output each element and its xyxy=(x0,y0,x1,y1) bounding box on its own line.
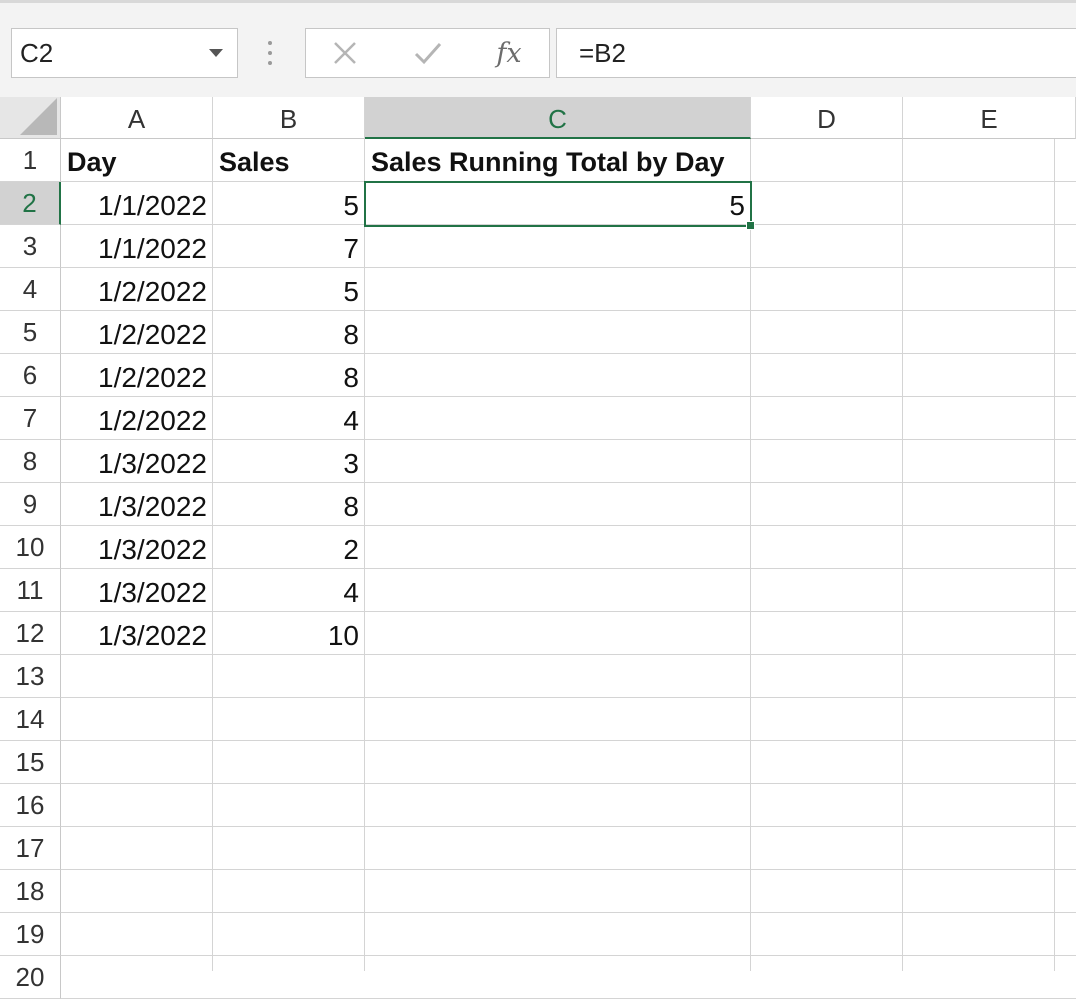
row-header-19[interactable]: 19 xyxy=(0,913,61,956)
row-header-3[interactable]: 3 xyxy=(0,225,61,268)
chevron-down-icon[interactable] xyxy=(209,49,223,57)
row-header-9[interactable]: 9 xyxy=(0,483,61,526)
cell-a7[interactable]: 1/2/2022 xyxy=(61,397,213,439)
row-header-14[interactable]: 14 xyxy=(0,698,61,741)
cell-a8[interactable]: 1/3/2022 xyxy=(61,440,213,482)
name-box[interactable]: C2 xyxy=(11,28,238,78)
cell-b2[interactable]: 5 xyxy=(213,182,365,224)
row-header-2[interactable]: 2 xyxy=(0,182,61,225)
cell-b10[interactable]: 2 xyxy=(213,526,365,568)
cell-b7[interactable]: 4 xyxy=(213,397,365,439)
cell-a9[interactable]: 1/3/2022 xyxy=(61,483,213,525)
cell-b3[interactable]: 7 xyxy=(213,225,365,267)
cell-a12[interactable]: 1/3/2022 xyxy=(61,612,213,654)
row-header-17[interactable]: 17 xyxy=(0,827,61,870)
row-gridline xyxy=(61,697,1076,698)
cell-a6[interactable]: 1/2/2022 xyxy=(61,354,213,396)
column-header-e[interactable]: E xyxy=(903,97,1076,139)
column-header-b[interactable]: B xyxy=(213,97,365,139)
column-header-d[interactable]: D xyxy=(751,97,903,139)
cell-b11[interactable]: 4 xyxy=(213,569,365,611)
row-header-15[interactable]: 15 xyxy=(0,741,61,784)
row-gridline xyxy=(61,783,1076,784)
row-header-12[interactable]: 12 xyxy=(0,612,61,655)
insert-function-button[interactable]: fx xyxy=(474,29,544,77)
row-header-8[interactable]: 8 xyxy=(0,440,61,483)
row-gridline xyxy=(61,869,1076,870)
name-box-value: C2 xyxy=(20,38,54,68)
row-header-5[interactable]: 5 xyxy=(0,311,61,354)
active-cell-outline xyxy=(364,181,752,227)
row-gridline xyxy=(61,826,1076,827)
row-header-20[interactable]: 20 xyxy=(0,956,61,999)
row-header-13[interactable]: 13 xyxy=(0,655,61,698)
check-icon[interactable] xyxy=(393,29,463,77)
row-gridline xyxy=(61,912,1076,913)
cell-b9[interactable]: 8 xyxy=(213,483,365,525)
cell-a1[interactable]: Day xyxy=(61,139,213,181)
row-header-16[interactable]: 16 xyxy=(0,784,61,827)
cell-b6[interactable]: 8 xyxy=(213,354,365,396)
column-gridline xyxy=(1054,139,1055,971)
formula-text: =B2 xyxy=(579,38,626,68)
cell-a2[interactable]: 1/1/2022 xyxy=(61,182,213,224)
row-header-18[interactable]: 18 xyxy=(0,870,61,913)
cell-b5[interactable]: 8 xyxy=(213,311,365,353)
select-all-button[interactable] xyxy=(0,97,61,139)
column-gridline xyxy=(902,139,903,971)
cell-a3[interactable]: 1/1/2022 xyxy=(61,225,213,267)
fx-icon: fx xyxy=(496,37,522,69)
row-gridline xyxy=(61,654,1076,655)
column-header-c[interactable]: C xyxy=(365,97,751,139)
cell-b8[interactable]: 3 xyxy=(213,440,365,482)
cell-a4[interactable]: 1/2/2022 xyxy=(61,268,213,310)
cell-a10[interactable]: 1/3/2022 xyxy=(61,526,213,568)
fill-handle[interactable] xyxy=(746,221,755,230)
row-header-1[interactable]: 1 xyxy=(0,139,61,182)
x-icon[interactable] xyxy=(310,29,380,77)
row-header-7[interactable]: 7 xyxy=(0,397,61,440)
more-options-icon[interactable] xyxy=(266,41,274,67)
cell-a11[interactable]: 1/3/2022 xyxy=(61,569,213,611)
row-header-6[interactable]: 6 xyxy=(0,354,61,397)
formula-bar[interactable]: =B2 xyxy=(556,28,1076,78)
row-header-4[interactable]: 4 xyxy=(0,268,61,311)
cell-b4[interactable]: 5 xyxy=(213,268,365,310)
cell-a5[interactable]: 1/2/2022 xyxy=(61,311,213,353)
column-header-a[interactable]: A xyxy=(61,97,213,139)
formula-buttons: fx xyxy=(305,28,550,78)
row-header-11[interactable]: 11 xyxy=(0,569,61,612)
row-header-10[interactable]: 10 xyxy=(0,526,61,569)
column-gridline xyxy=(750,139,751,971)
cell-c1[interactable]: Sales Running Total by Day xyxy=(365,139,751,181)
cell-b12[interactable]: 10 xyxy=(213,612,365,654)
formula-toolbar: C2 fx =B2 xyxy=(0,0,1076,97)
row-gridline xyxy=(61,955,1076,956)
row-gridline xyxy=(61,740,1076,741)
cell-b1[interactable]: Sales xyxy=(213,139,365,181)
